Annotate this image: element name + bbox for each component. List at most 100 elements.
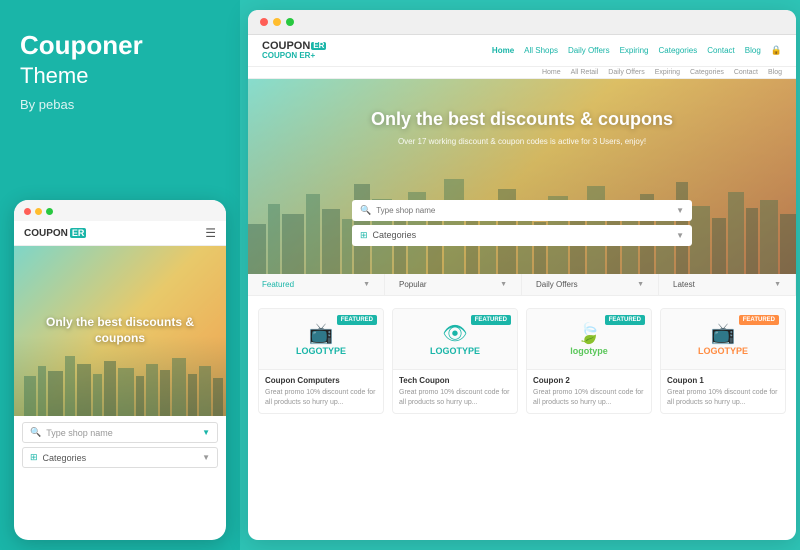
desktop-titlebar	[248, 10, 796, 35]
app-title: Couponer	[20, 30, 220, 61]
search-icon: 🔍	[30, 427, 41, 438]
card-logo-area-4: FEATURED 📺 LOGOTYPE	[661, 309, 785, 369]
filter-tab-daily[interactable]: Daily Offers ▼	[522, 274, 659, 295]
nav-all-shops[interactable]: All Shops	[524, 46, 558, 55]
nav-contact[interactable]: Contact	[707, 46, 735, 55]
coupon-card-2[interactable]: FEATURED 👁 LOGOTYPE Tech Coupon Great pr…	[392, 308, 518, 415]
desktop-dot-red	[260, 18, 268, 26]
chevron-featured: ▼	[363, 281, 370, 288]
mobile-header: COUPONER ☰	[14, 221, 226, 246]
mobile-dot-yellow	[35, 208, 42, 215]
desktop-hero-subtitle: Over 17 working discount & coupon codes …	[248, 137, 796, 146]
filter-tab-popular[interactable]: Popular ▼	[385, 274, 522, 295]
card-info-3: Coupon 2 Great promo 10% discount code f…	[527, 369, 651, 414]
nav-sub-allretail[interactable]: All Retail	[571, 69, 599, 76]
mobile-hero-text: Only the best discounts & coupons	[14, 315, 226, 346]
logotype-3: logotype	[570, 346, 608, 356]
hamburger-icon[interactable]: ☰	[205, 226, 216, 240]
featured-badge-3: FEATURED	[605, 315, 645, 325]
card-info-4: Coupon 1 Great promo 10% discount code f…	[661, 369, 785, 414]
app-author: By pebas	[20, 97, 220, 112]
mobile-dot-green	[46, 208, 53, 215]
desktop-nav: COUPONER COUPON ER+ Home All Shops Daily…	[248, 35, 796, 67]
desktop-dot-yellow	[273, 18, 281, 26]
chevron-latest: ▼	[774, 281, 781, 288]
tv-icon-4: 📺	[698, 321, 748, 346]
mobile-titlebar	[14, 200, 226, 221]
nav-links: Home All Shops Daily Offers Expiring Cat…	[492, 45, 782, 56]
grid-icon: ⊞	[30, 452, 38, 463]
card-title-3: Coupon 2	[533, 376, 645, 385]
nav-sub-dailyoffers[interactable]: Daily Offers	[608, 69, 644, 76]
desktop-hero: Only the best discounts & coupons Over 1…	[248, 79, 796, 274]
lock-icon: 🔒	[771, 45, 782, 56]
nav-categories[interactable]: Categories	[659, 46, 698, 55]
nav-sub-home[interactable]: Home	[542, 69, 561, 76]
desktop-categories-chevron: ▼	[676, 231, 684, 240]
filter-latest-label: Latest	[673, 280, 695, 289]
card-desc-3: Great promo 10% discount code for all pr…	[533, 388, 645, 408]
leaf-icon-3: 🍃	[570, 321, 608, 346]
chevron-daily: ▼	[637, 281, 644, 288]
chevron-down-icon: ▼	[202, 428, 210, 437]
mobile-categories-bar[interactable]: ⊞ Categories ▼	[22, 447, 218, 468]
nav-blog[interactable]: Blog	[745, 46, 761, 55]
logo-sub: COUPON ER+	[262, 52, 326, 61]
card-info-1: Coupon Computers Great promo 10% discoun…	[259, 369, 383, 414]
filter-tab-featured[interactable]: Featured ▼	[248, 274, 385, 295]
desktop-search-bar[interactable]: 🔍 ▼	[352, 200, 692, 221]
coupon-card-4[interactable]: FEATURED 📺 LOGOTYPE Coupon 1 Great promo…	[660, 308, 786, 415]
nav-sub-categories[interactable]: Categories	[690, 69, 724, 76]
featured-badge-1: FEATURED	[337, 315, 377, 325]
card-title-4: Coupon 1	[667, 376, 779, 385]
desktop-grid-icon: ⊞	[360, 230, 368, 241]
featured-badge-4: FEATURED	[739, 315, 779, 325]
desktop-search-icon: 🔍	[360, 205, 371, 216]
nav-sub-contact[interactable]: Contact	[734, 69, 758, 76]
nav-sub-links: Home All Retail Daily Offers Expiring Ca…	[542, 69, 782, 76]
mobile-logo: COUPONER	[24, 228, 86, 239]
app-subtitle: Theme	[20, 63, 220, 89]
desktop-categories-label: Categories	[373, 230, 417, 240]
mobile-dot-red	[24, 208, 31, 215]
nav-expiring[interactable]: Expiring	[620, 46, 649, 55]
desktop-hero-title: Only the best discounts & coupons	[248, 109, 796, 130]
nav-home[interactable]: Home	[492, 46, 514, 55]
eye-icon-2: 👁	[430, 321, 480, 346]
chevron-popular: ▼	[500, 281, 507, 288]
coupon-card-1[interactable]: FEATURED 📺 LOGOTYPE Coupon Computers Gre…	[258, 308, 384, 415]
card-desc-1: Great promo 10% discount code for all pr…	[265, 388, 377, 408]
card-title-2: Tech Coupon	[399, 376, 511, 385]
card-info-2: Tech Coupon Great promo 10% discount cod…	[393, 369, 517, 414]
nav-daily-offers[interactable]: Daily Offers	[568, 46, 610, 55]
filter-popular-label: Popular	[399, 280, 427, 289]
filter-tabs: Featured ▼ Popular ▼ Daily Offers ▼ Late…	[248, 274, 796, 296]
logotype-1: LOGOTYPE	[296, 346, 346, 356]
desktop-logo: COUPONER COUPON ER+	[262, 40, 326, 61]
desktop-search-area: 🔍 ▼ ⊞ Categories ▼	[352, 200, 692, 246]
card-logo-area-3: FEATURED 🍃 logotype	[527, 309, 651, 369]
coupon-card-3[interactable]: FEATURED 🍃 logotype Coupon 2 Great promo…	[526, 308, 652, 415]
nav-sub-blog[interactable]: Blog	[768, 69, 782, 76]
card-logo-area-2: FEATURED 👁 LOGOTYPE	[393, 309, 517, 369]
desktop-search-chevron: ▼	[676, 206, 684, 215]
desktop-search-input[interactable]	[376, 206, 671, 215]
filter-featured-label: Featured	[262, 280, 294, 289]
chevron-down-icon-2: ▼	[202, 453, 210, 462]
mobile-categories-label: Categories	[43, 453, 87, 463]
desktop-dot-green	[286, 18, 294, 26]
filter-daily-label: Daily Offers	[536, 280, 578, 289]
mobile-search-bar[interactable]: 🔍 Type shop name ▼	[22, 422, 218, 443]
nav-sub-expiring[interactable]: Expiring	[655, 69, 680, 76]
card-desc-4: Great promo 10% discount code for all pr…	[667, 388, 779, 408]
city-silhouette	[14, 346, 226, 416]
filter-tab-latest[interactable]: Latest ▼	[659, 274, 796, 295]
card-logo-area-1: FEATURED 📺 LOGOTYPE	[259, 309, 383, 369]
mobile-search-placeholder: Type shop name	[46, 428, 113, 438]
desktop-nav-subrow: Home All Retail Daily Offers Expiring Ca…	[248, 67, 796, 79]
desktop-categories-bar[interactable]: ⊞ Categories ▼	[352, 225, 692, 246]
tv-icon-1: 📺	[296, 321, 346, 346]
logotype-2: LOGOTYPE	[430, 346, 480, 356]
desktop-mockup: COUPONER COUPON ER+ Home All Shops Daily…	[248, 10, 796, 540]
card-desc-2: Great promo 10% discount code for all pr…	[399, 388, 511, 408]
